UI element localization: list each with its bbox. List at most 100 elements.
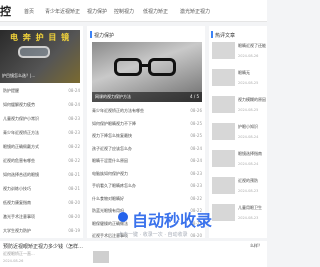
section-title-hot: 热评文章 (215, 33, 236, 39)
mid-list-item[interactable]: 如何保护眼睛视力不下降 08-25 (92, 121, 202, 127)
feature-caption: 网课的视力保护方法 (95, 94, 131, 99)
mid-list-item[interactable]: 视力下降怎么恢复最快 08-25 (92, 133, 202, 139)
mid-list-item-date: 08-24 (190, 145, 202, 151)
left-list-item[interactable]: 青少年近视矫正方法 08-23 (3, 130, 80, 136)
left-list-item[interactable]: 儿童视力保护小常识 08-23 (3, 116, 80, 122)
left-list-item-title: 如何缓解视力疲劳 (3, 102, 35, 107)
hot-thumb[interactable] (212, 123, 235, 140)
left-list-item-date: 08-21 (68, 186, 80, 191)
mid-list-item-title: 什么食物对眼睛好 (92, 195, 124, 201)
nav-home[interactable]: 首页 (24, 8, 34, 15)
nav-low-vision[interactable]: 低视力矫正 (143, 8, 168, 15)
hot-item-title[interactable]: 儿童用眼卫生 (238, 205, 266, 211)
mid-list-item-date: 08-23 (190, 170, 202, 176)
hot-item-title[interactable]: 视力模糊的原因 (238, 97, 266, 103)
left-list-item-date: 08-23 (68, 116, 80, 121)
bottom-thumb (93, 251, 109, 263)
site-logo[interactable]: 控 (0, 3, 11, 19)
mid-list-item-date: 08-25 (190, 133, 202, 138)
mid-list-item-title: 孩子近视了应该怎么办 (92, 145, 132, 151)
left-list-item-date: 08-22 (68, 158, 80, 163)
mid-list-item-date: 08-26 (190, 108, 202, 113)
hot-item-title[interactable]: 眼睛无 (238, 70, 266, 76)
left-list-item[interactable]: 眼镜的正确佩戴方式 08-22 (3, 144, 80, 150)
mid-list-item-title: 青少年近视矫正的方法有哪些 (92, 108, 144, 113)
section-bar (90, 31, 92, 38)
bottom-right-tail: 么样？ (250, 243, 262, 248)
glasses-bridge (141, 64, 149, 67)
mid-list-item[interactable]: 手机看久了眼睛疼怎么办 08-23 (92, 183, 202, 189)
left-list-item-date: 08-24 (68, 88, 80, 93)
left-list-item-title: 激光手术注意事项 (3, 214, 35, 219)
hot-item-title[interactable]: 近视的预防 (238, 178, 266, 184)
left-list-item[interactable]: 如何缓解视力疲劳 08-24 (3, 102, 80, 108)
mid-list-item[interactable]: 孩子近视了应该怎么办 08-24 (92, 146, 202, 152)
left-list-item-title: 眼镜的正确佩戴方式 (3, 144, 39, 149)
mid-list-item[interactable]: 什么食物对眼睛好 08-22 (92, 196, 202, 202)
hot-item-title[interactable]: 眼镜选择指南 (238, 151, 266, 157)
left-list-item-date: 08-20 (68, 214, 80, 219)
left-list-item[interactable]: 防护提醒 08-24 (3, 88, 80, 94)
left-list-item-date: 08-22 (68, 144, 80, 149)
mid-list-item-title: 眼睛干涩是什么原因 (92, 158, 128, 163)
mid-list-item-title: 手机看久了眼睛疼怎么办 (92, 183, 136, 188)
hot-item-date: 2024-08-25 (238, 81, 259, 85)
left-list-item-title: 视力训练小技巧 (3, 186, 31, 191)
glasses-left-lens (114, 58, 142, 76)
goggles-icon (18, 46, 50, 58)
mid-list-item-title: 如何保护眼睛视力不下降 (92, 120, 136, 126)
nav-vision-control[interactable]: 控制视力 (114, 8, 134, 15)
left-list-item-date: 08-24 (68, 102, 80, 107)
hot-item-date: 2024-08-23 (238, 216, 259, 220)
left-list-item[interactable]: 近视的危害有哪些 08-22 (3, 158, 80, 164)
hot-thumb[interactable] (212, 150, 235, 167)
hot-item-title[interactable]: 护眼小知识 (238, 124, 266, 130)
left-list-item[interactable]: 低视力康复指南 08-20 (3, 200, 80, 206)
left-list-item[interactable]: 大学生视力防护 08-19 (3, 228, 80, 234)
mid-list-item[interactable]: 眼睛干涩是什么原因 08-24 (92, 158, 202, 164)
hot-item-date: 2024-08-24 (238, 135, 259, 139)
left-list-item[interactable]: 如何选择合适的眼镜 08-21 (3, 172, 80, 178)
hot-item-title[interactable]: 眼睛近视了还能恢复吗 (238, 43, 266, 49)
mid-list-item[interactable]: 电脑族如何保护视力 08-23 (92, 171, 202, 177)
bottom-article-title[interactable]: 预防近视眼矫正视力多少钱（怎样… (3, 243, 83, 250)
mid-list-item-date: 08-23 (190, 183, 202, 188)
mid-list-item-date: 08-20 (190, 233, 202, 238)
hot-thumb[interactable] (212, 204, 235, 221)
hot-item-date: 2024-08-25 (238, 108, 259, 112)
watermark-title: 自动秒收录 (132, 211, 213, 230)
bottom-article-date: 2024-08-26 (3, 259, 24, 263)
left-banner[interactable]: 电 奔 护 目 镜 护目镜怎么选？|… (0, 30, 80, 83)
right-column: 热评文章 眼睛近视了还能恢复吗 2024-08-26 眼睛无 2024-08-25 视力… (209, 26, 267, 238)
left-list-item-title: 儿童视力保护小常识 (3, 116, 39, 121)
hot-thumb[interactable] (212, 96, 235, 113)
mid-list-item[interactable]: 青少年近视矫正的方法有哪些 08-26 (92, 108, 202, 114)
header: 控 首页 青少年近视矫正 视力保护 控制视力 低视力矫正 激光矫正视力 (0, 0, 267, 22)
nav-vision-protection[interactable]: 视力保护 (87, 8, 107, 15)
hot-item-date: 2024-08-23 (238, 189, 259, 193)
nav-youth-myopia[interactable]: 青少年近视矫正 (45, 8, 80, 15)
nav-laser-correction[interactable]: 激光矫正视力 (180, 8, 210, 15)
mid-list-item-date: 08-25 (190, 120, 202, 126)
hot-thumb[interactable] (212, 177, 235, 194)
feature-image[interactable]: 网课的视力保护方法 4 / 5 (92, 42, 202, 102)
left-list-item-date: 08-20 (68, 200, 80, 205)
hot-thumb[interactable] (212, 42, 235, 59)
banner-caption: 护目镜怎么选？|… (2, 73, 36, 78)
banner-text: 电 奔 护 目 镜 (10, 33, 71, 42)
left-list-item-title: 青少年近视矫正方法 (3, 130, 39, 135)
watermark-logo-icon (118, 212, 128, 222)
hot-item-date: 2024-08-26 (238, 54, 259, 58)
left-list-item[interactable]: 激光手术注意事项 08-20 (3, 214, 80, 220)
section-title-vision: 视力保护 (94, 33, 115, 39)
left-list-item[interactable]: 视力训练小技巧 08-21 (3, 186, 80, 192)
left-list-item-date: 08-23 (68, 130, 80, 135)
mid-list-item-date: 08-22 (190, 195, 202, 201)
left-list-item-title: 低视力康复指南 (3, 200, 31, 205)
mid-list-item-title: 视力下降怎么恢复最快 (92, 133, 132, 138)
left-list-item-title: 大学生视力防护 (3, 228, 31, 233)
bottom-strip: 预防近视眼矫正视力多少钱（怎样… 近视眼矫正一直... 2024-08-26 么… (0, 241, 267, 267)
left-list-item-date: 08-21 (68, 172, 80, 177)
hot-thumb[interactable] (212, 69, 235, 86)
left-column: 电 奔 护 目 镜 护目镜怎么选？|… 防护提醒 08-24 如何缓解视力疲劳 08-… (0, 26, 83, 238)
